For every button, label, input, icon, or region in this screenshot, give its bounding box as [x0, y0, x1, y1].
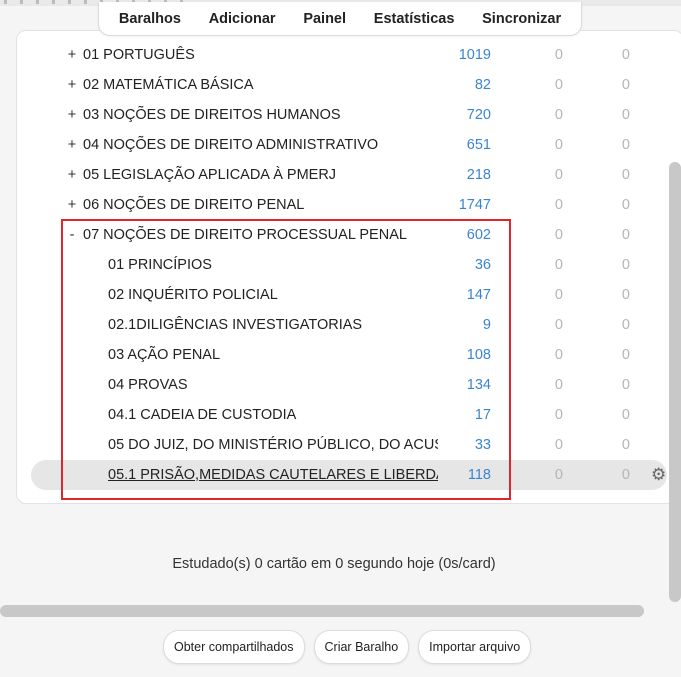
due-count: 0	[621, 317, 630, 333]
learn-count: 0	[554, 107, 563, 123]
new-count: 720	[466, 107, 491, 123]
new-count: 1747	[458, 197, 491, 213]
due-count: 0	[621, 107, 630, 123]
expand-toggle[interactable]: +	[65, 100, 79, 130]
due-count: 0	[621, 167, 630, 183]
deck-name[interactable]: 06 NOÇÕES DE DIREITO PENAL	[83, 190, 433, 220]
new-count: 651	[466, 137, 491, 153]
gear-icon[interactable]: ⚙	[651, 460, 666, 490]
toolbar-stats-button[interactable]: Estatísticas	[374, 11, 455, 27]
import-file-button[interactable]: Importar arquivo	[418, 630, 532, 664]
due-count: 0	[621, 197, 630, 213]
new-count: 82	[474, 77, 491, 93]
deck-row[interactable]: +03 NOÇÕES DE DIREITOS HUMANOS 720 0 0	[31, 100, 667, 130]
new-count: 1019	[458, 47, 491, 63]
learn-count: 0	[554, 47, 563, 63]
deck-row[interactable]: +06 NOÇÕES DE DIREITO PENAL 1747 0 0	[31, 190, 667, 220]
deck-name[interactable]: 05 LEGISLAÇÃO APLICADA À PMERJ	[83, 160, 433, 190]
expand-toggle[interactable]: +	[65, 40, 79, 70]
due-count: 0	[621, 47, 630, 63]
due-count: 0	[621, 407, 630, 423]
due-count: 0	[621, 467, 630, 483]
deck-row[interactable]: +05 LEGISLAÇÃO APLICADA À PMERJ 218 0 0	[31, 160, 667, 190]
due-count: 0	[621, 77, 630, 93]
horizontal-scrollbar[interactable]	[0, 605, 644, 617]
learn-count: 0	[554, 197, 563, 213]
expand-toggle[interactable]: +	[65, 190, 79, 220]
due-count: 0	[621, 287, 630, 303]
due-count: 0	[621, 437, 630, 453]
deck-name[interactable]: 04 NOÇÕES DE DIREITO ADMINISTRATIVO	[83, 130, 433, 160]
toolbar-browse-button[interactable]: Painel	[303, 11, 346, 27]
due-count: 0	[621, 347, 630, 363]
deck-row[interactable]: +04 NOÇÕES DE DIREITO ADMINISTRATIVO 651 0…	[31, 130, 667, 160]
deck-name[interactable]: 03 NOÇÕES DE DIREITOS HUMANOS	[83, 100, 433, 130]
vertical-scrollbar[interactable]	[669, 162, 681, 602]
main-toolbar: Baralhos Adicionar Painel Estatísticas S…	[98, 2, 582, 36]
deck-name[interactable]: 02 MATEMÁTICA BÁSICA	[83, 70, 433, 100]
highlight-box	[61, 219, 511, 500]
expand-toggle[interactable]: +	[65, 130, 79, 160]
due-count: 0	[621, 257, 630, 273]
due-count: 0	[621, 227, 630, 243]
bottom-buttons: Obter compartilhados Criar Baralho Impor…	[163, 630, 532, 664]
get-shared-button[interactable]: Obter compartilhados	[163, 630, 305, 664]
due-count: 0	[621, 377, 630, 393]
toolbar-sync-button[interactable]: Sincronizar	[482, 11, 561, 27]
learn-count: 0	[554, 137, 563, 153]
toolbar-decks-button[interactable]: Baralhos	[119, 11, 181, 27]
deck-row[interactable]: +01 PORTUGUÊS 1019 0 0	[31, 40, 667, 70]
toolbar-add-button[interactable]: Adicionar	[209, 11, 276, 27]
due-count: 0	[621, 137, 630, 153]
expand-toggle[interactable]: +	[65, 70, 79, 100]
learn-count: 0	[554, 77, 563, 93]
create-deck-button[interactable]: Criar Baralho	[313, 630, 410, 664]
new-count: 218	[466, 167, 491, 183]
deck-name[interactable]: 01 PORTUGUÊS	[83, 40, 433, 70]
studied-today-text: Estudado(s) 0 cartão em 0 segundo hoje (…	[172, 556, 496, 572]
learn-count: 0	[554, 167, 563, 183]
deck-row[interactable]: +02 MATEMÁTICA BÁSICA 82 0 0	[31, 70, 667, 100]
expand-toggle[interactable]: +	[65, 160, 79, 190]
